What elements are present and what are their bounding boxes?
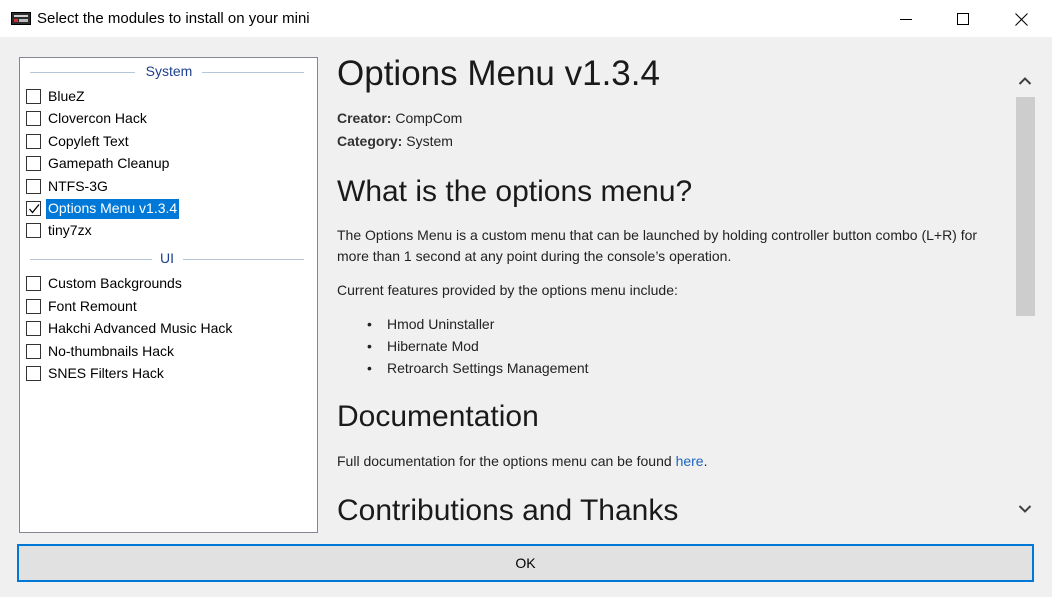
checkbox[interactable] [26, 111, 41, 126]
documentation-link[interactable]: here [676, 453, 704, 469]
section-paragraph: The Options Menu is a custom menu that c… [337, 227, 978, 264]
module-label: Copyleft Text [48, 133, 129, 149]
group-label: System [145, 63, 193, 79]
list-item: Retroarch Settings Management [367, 357, 589, 379]
group-header-ui: UI [30, 249, 304, 269]
module-item-no-thumbnails-hack[interactable]: No-thumbnails Hack [26, 341, 306, 363]
title-bar: Select the modules to install on your mi… [0, 0, 1052, 38]
section-heading: What is the options menu? [337, 175, 693, 208]
checkbox[interactable] [26, 299, 41, 314]
features-intro: Current features provided by the options… [337, 282, 678, 298]
module-item-bluez[interactable]: BlueZ [26, 86, 306, 108]
checkbox[interactable] [26, 344, 41, 359]
category-line: Category: System [337, 131, 453, 152]
module-label: Font Remount [48, 298, 137, 314]
check-icon [29, 204, 40, 214]
checkbox[interactable] [26, 276, 41, 291]
module-item-copyleft-text[interactable]: Copyleft Text [26, 131, 306, 153]
module-item-hakchi-advanced-music-hack[interactable]: Hakchi Advanced Music Hack [26, 318, 306, 340]
module-item-clovercon-hack[interactable]: Clovercon Hack [26, 108, 306, 130]
documentation-text: Full documentation for the options menu … [337, 453, 676, 469]
ok-label: OK [515, 555, 536, 571]
ok-button[interactable]: OK [17, 544, 1034, 582]
scroll-up-button[interactable] [1015, 72, 1035, 90]
group-header-system: System [30, 62, 304, 82]
features-list: Hmod Uninstaller Hibernate Mod Retroarch… [367, 313, 589, 379]
maximize-icon [957, 13, 969, 25]
checkbox-checked[interactable] [26, 201, 41, 216]
scroll-down-button[interactable] [1015, 500, 1035, 518]
module-label: Gamepath Cleanup [48, 155, 170, 171]
chevron-up-icon [1018, 77, 1032, 85]
module-label: No-thumbnails Hack [48, 343, 175, 359]
app-icon [11, 12, 31, 25]
close-icon [1014, 12, 1028, 26]
module-item-custom-backgrounds[interactable]: Custom Backgrounds [26, 273, 306, 295]
section-heading: Documentation [337, 400, 539, 433]
module-item-snes-filters-hack[interactable]: SNES Filters Hack [26, 363, 306, 385]
module-item-tiny7zx[interactable]: tiny7zx [26, 220, 306, 242]
scrollbar-thumb[interactable] [1016, 97, 1035, 316]
module-label: Custom Backgrounds [48, 275, 182, 291]
module-item-font-remount[interactable]: Font Remount [26, 296, 306, 318]
checkbox[interactable] [26, 179, 41, 194]
documentation-suffix: . [703, 453, 708, 469]
checkbox[interactable] [26, 321, 41, 336]
module-label: NTFS-3G [48, 178, 108, 194]
module-label: SNES Filters Hack [48, 365, 164, 381]
module-label: Clovercon Hack [48, 110, 147, 126]
module-label: BlueZ [48, 88, 85, 104]
chevron-down-icon [1018, 505, 1032, 513]
details-title: Options Menu v1.3.4 [337, 54, 660, 93]
checkbox[interactable] [26, 366, 41, 381]
checkbox[interactable] [26, 223, 41, 238]
close-button[interactable] [992, 0, 1050, 38]
checkbox[interactable] [26, 156, 41, 171]
section-heading: Contributions and Thanks [337, 494, 679, 527]
category-value: System [406, 133, 453, 149]
documentation-paragraph: Full documentation for the options menu … [337, 451, 707, 472]
module-details: Options Menu v1.3.4 Creator: CompCom Cat… [337, 50, 1009, 532]
module-label: tiny7zx [48, 222, 92, 238]
module-item-options-menu[interactable]: Options Menu v1.3.4 [26, 198, 306, 220]
creator-label: Creator: [337, 110, 392, 126]
creator-line: Creator: CompCom [337, 108, 462, 129]
module-list[interactable]: System BlueZ Clovercon Hack Copyleft Tex… [19, 57, 318, 533]
maximize-button[interactable] [934, 0, 992, 38]
minimize-icon [900, 19, 912, 20]
checkbox[interactable] [26, 89, 41, 104]
checkbox[interactable] [26, 134, 41, 149]
group-label: UI [160, 250, 174, 266]
category-label: Category: [337, 133, 403, 149]
module-item-ntfs-3g[interactable]: NTFS-3G [26, 176, 306, 198]
minimize-button[interactable] [877, 0, 935, 38]
module-item-gamepath-cleanup[interactable]: Gamepath Cleanup [26, 153, 306, 175]
window-title: Select the modules to install on your mi… [37, 10, 310, 27]
module-label: Hakchi Advanced Music Hack [48, 320, 233, 336]
list-item: Hibernate Mod [367, 335, 589, 357]
creator-value: CompCom [395, 110, 463, 126]
list-item: Hmod Uninstaller [367, 313, 589, 335]
module-label: Options Menu v1.3.4 [46, 199, 180, 219]
